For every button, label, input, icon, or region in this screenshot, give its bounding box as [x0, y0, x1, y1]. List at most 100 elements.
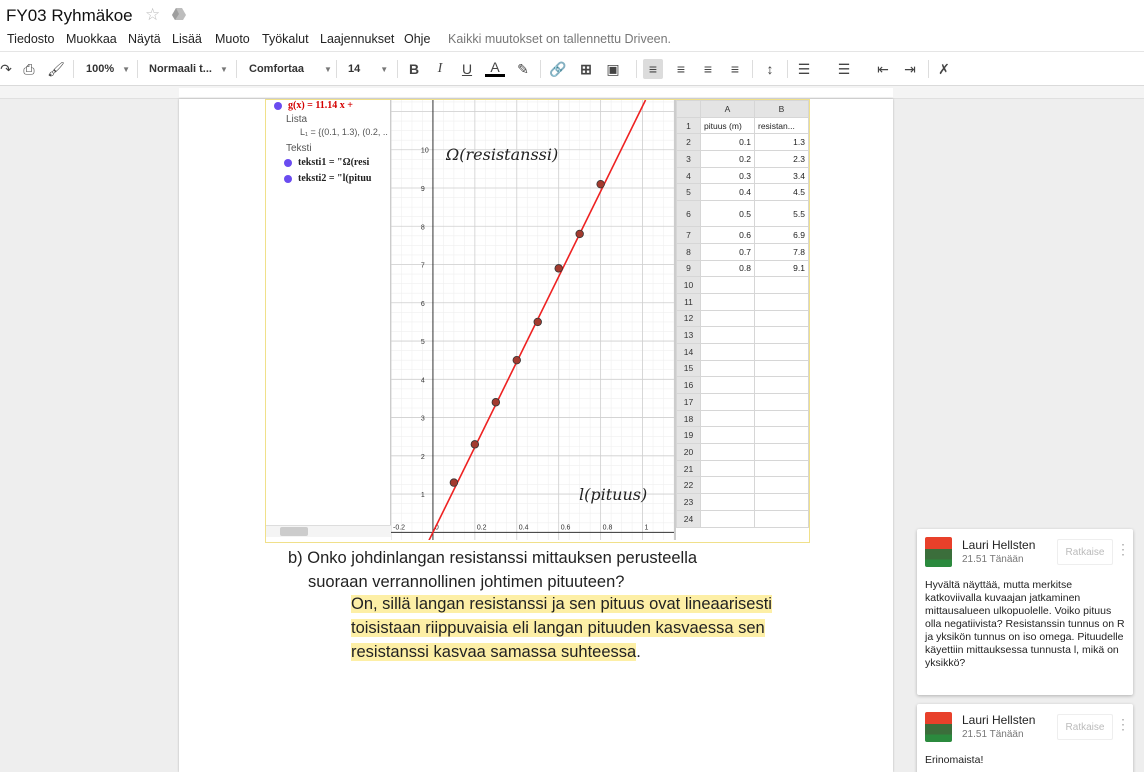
menu-edit[interactable]: Muokkaa [66, 32, 117, 46]
column-header[interactable]: A [700, 100, 755, 118]
table-cell[interactable]: 5.5 [754, 200, 809, 228]
paint-format-icon[interactable]: 🖌 [46, 59, 66, 79]
table-cell[interactable]: 2.3 [754, 150, 809, 168]
table-cell[interactable]: pituus (m) [700, 116, 755, 135]
row-number[interactable]: 22 [676, 476, 701, 495]
insert-comment-icon[interactable]: ⊞ [576, 59, 596, 79]
row-number[interactable]: 17 [676, 393, 701, 411]
table-cell[interactable] [754, 292, 809, 311]
table-cell[interactable] [700, 359, 755, 378]
table-cell[interactable]: 0.1 [700, 133, 755, 152]
row-number[interactable]: 11 [676, 292, 701, 311]
row-number[interactable]: 14 [676, 342, 701, 361]
row-number[interactable]: 21 [676, 459, 701, 478]
table-cell[interactable]: 4.5 [754, 183, 809, 202]
align-center-icon[interactable]: ≡ [671, 59, 691, 79]
menu-help[interactable]: Ohje [404, 32, 430, 46]
geogebra-image[interactable]: g(x) = 11.14 x + Lista L₁ = {(0.1, 1.3),… [265, 99, 810, 543]
table-cell[interactable] [700, 426, 755, 445]
table-cell[interactable] [700, 443, 755, 461]
comment-card[interactable]: Lauri Hellsten 21.51 Tänään Ratkaise ⋮ E… [917, 704, 1133, 772]
table-cell[interactable] [754, 309, 809, 328]
bulleted-list-icon[interactable]: ☰ [834, 59, 854, 79]
row-number[interactable]: 3 [676, 150, 701, 168]
menu-format[interactable]: Muoto [215, 32, 250, 46]
row-number[interactable]: 20 [676, 443, 701, 461]
table-cell[interactable]: 6.9 [754, 226, 809, 244]
table-cell[interactable] [700, 292, 755, 311]
menu-addons[interactable]: Laajennukset [320, 32, 394, 46]
table-cell[interactable] [700, 459, 755, 478]
link-icon[interactable]: 🔗 [548, 59, 568, 79]
clear-formatting-icon[interactable]: ✗ [934, 59, 954, 79]
table-cell[interactable] [754, 443, 809, 461]
increase-indent-icon[interactable]: ⇥ [900, 59, 920, 79]
table-cell[interactable] [700, 276, 755, 294]
table-cell[interactable] [754, 326, 809, 344]
decrease-indent-icon[interactable]: ⇤ [873, 59, 893, 79]
row-number[interactable]: 12 [676, 309, 701, 328]
menu-insert[interactable]: Lisää [172, 32, 202, 46]
table-cell[interactable] [754, 276, 809, 294]
row-number[interactable]: 19 [676, 426, 701, 445]
save-status[interactable]: Kaikki muutokset on tallennettu Driveen. [448, 32, 671, 46]
insert-image-icon[interactable]: ▣ [603, 59, 623, 79]
table-cell[interactable]: 0.8 [700, 259, 755, 278]
table-cell[interactable] [754, 376, 809, 394]
font-select[interactable]: Comfortaa ▼ [249, 58, 332, 80]
redo-icon[interactable]: ↷ [0, 59, 16, 79]
row-number[interactable]: 18 [676, 409, 701, 428]
table-cell[interactable]: 1.3 [754, 133, 809, 152]
ruler-track[interactable] [179, 88, 893, 97]
table-cell[interactable] [754, 509, 809, 528]
table-cell[interactable] [700, 393, 755, 411]
style-select[interactable]: Normaali t... ▼ [149, 58, 228, 80]
numbered-list-icon[interactable]: ☰ [794, 59, 814, 79]
comment-card[interactable]: Lauri Hellsten 21.51 Tänään Ratkaise ⋮ H… [917, 529, 1133, 695]
row-number[interactable]: 13 [676, 326, 701, 344]
row-number[interactable]: 4 [676, 166, 701, 185]
table-cell[interactable] [700, 493, 755, 511]
table-cell[interactable] [700, 376, 755, 394]
table-cell[interactable]: 0.7 [700, 242, 755, 261]
align-right-icon[interactable]: ≡ [698, 59, 718, 79]
table-cell[interactable] [700, 326, 755, 344]
table-cell[interactable] [754, 426, 809, 445]
more-options-icon[interactable]: ⋮ [1116, 716, 1130, 738]
row-number[interactable]: 9 [676, 259, 701, 278]
table-cell[interactable]: 0.4 [700, 183, 755, 202]
table-cell[interactable] [754, 459, 809, 478]
table-cell[interactable] [754, 342, 809, 361]
table-cell[interactable] [754, 359, 809, 378]
table-cell[interactable] [700, 309, 755, 328]
table-cell[interactable]: 0.5 [700, 200, 755, 228]
table-cell[interactable] [700, 409, 755, 428]
table-cell[interactable]: 0.6 [700, 226, 755, 244]
table-cell[interactable] [754, 476, 809, 495]
row-number[interactable]: 10 [676, 276, 701, 294]
table-cell[interactable] [700, 342, 755, 361]
row-number[interactable]: 1 [676, 116, 701, 135]
menu-file[interactable]: Tiedosto [7, 32, 54, 46]
table-cell[interactable] [754, 393, 809, 411]
highlight-icon[interactable]: ✎ [513, 59, 533, 79]
bold-icon[interactable]: B [404, 59, 424, 79]
more-options-icon[interactable]: ⋮ [1116, 541, 1130, 563]
menu-tools[interactable]: Työkalut [262, 32, 309, 46]
row-number[interactable]: 8 [676, 242, 701, 261]
row-number[interactable]: 24 [676, 509, 701, 528]
menu-view[interactable]: Näytä [128, 32, 161, 46]
row-number[interactable]: 6 [676, 200, 701, 228]
table-cell[interactable]: 3.4 [754, 166, 809, 185]
resolve-button[interactable]: Ratkaise [1057, 714, 1113, 740]
algebra-scrollbar[interactable] [266, 525, 391, 537]
line-spacing-icon[interactable]: ↕ [760, 59, 780, 79]
table-cell[interactable]: 9.1 [754, 259, 809, 278]
print-icon[interactable]: ⎙ [19, 59, 39, 79]
drive-icon[interactable] [171, 6, 187, 22]
table-cell[interactable] [754, 493, 809, 511]
row-number[interactable]: 15 [676, 359, 701, 378]
ruler[interactable] [0, 86, 1144, 99]
star-icon[interactable]: ☆ [145, 5, 160, 25]
table-cell[interactable]: 0.3 [700, 166, 755, 185]
